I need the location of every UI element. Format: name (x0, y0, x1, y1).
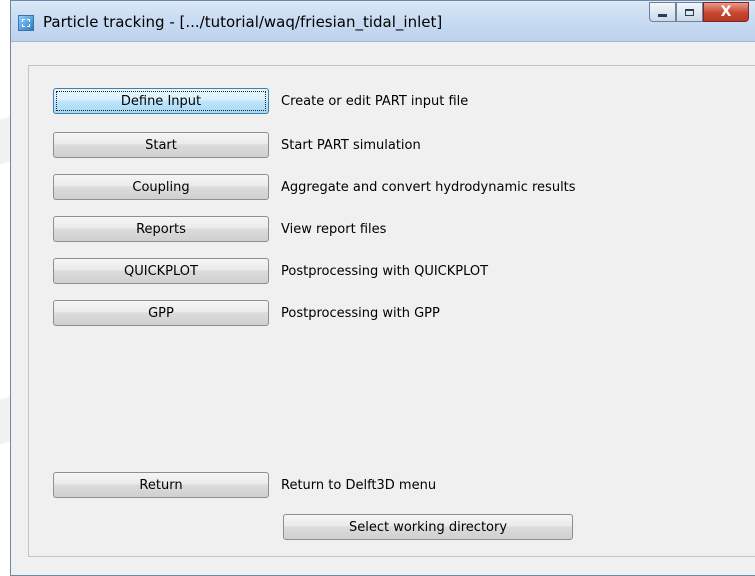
coupling-description: Aggregate and convert hydrodynamic resul… (281, 179, 576, 195)
quickplot-description: Postprocessing with QUICKPLOT (281, 263, 489, 279)
menu-row-coupling: Coupling Aggregate and convert hydrodyna… (53, 174, 576, 200)
close-icon: X (720, 4, 732, 20)
window-title: Particle tracking - [.../tutorial/waq/fr… (43, 13, 443, 31)
close-button[interactable]: X (703, 2, 749, 22)
return-button[interactable]: Return (53, 472, 269, 498)
minimize-button[interactable] (649, 2, 676, 22)
coupling-button[interactable]: Coupling (53, 174, 269, 200)
return-description: Return to Delft3D menu (281, 477, 437, 493)
menu-row-reports: Reports View report files (53, 216, 386, 242)
menu-row-define-input: Define Input Create or edit PART input f… (53, 88, 468, 114)
reports-button[interactable]: Reports (53, 216, 269, 242)
define-input-button[interactable]: Define Input (53, 88, 269, 114)
app-icon (18, 15, 34, 31)
menu-row-gpp: GPP Postprocessing with GPP (53, 300, 440, 326)
menu-row-return: Return Return to Delft3D menu (53, 472, 436, 498)
select-directory-row: Select working directory (283, 514, 573, 540)
minimize-icon (658, 14, 667, 17)
define-input-description: Create or edit PART input file (281, 93, 469, 109)
start-description: Start PART simulation (281, 137, 421, 153)
start-button[interactable]: Start (53, 132, 269, 158)
select-working-directory-button[interactable]: Select working directory (283, 514, 573, 540)
maximize-icon (685, 8, 694, 16)
title-bar[interactable]: Particle tracking - [.../tutorial/waq/fr… (11, 1, 755, 42)
menu-row-quickplot: QUICKPLOT Postprocessing with QUICKPLOT (53, 258, 488, 284)
gpp-description: Postprocessing with GPP (281, 305, 440, 321)
menu-row-start: Start Start PART simulation (53, 132, 421, 158)
gpp-button[interactable]: GPP (53, 300, 269, 326)
reports-description: View report files (281, 221, 387, 237)
maximize-button[interactable] (676, 2, 703, 22)
caption-buttons: X (649, 2, 749, 24)
quickplot-button[interactable]: QUICKPLOT (53, 258, 269, 284)
